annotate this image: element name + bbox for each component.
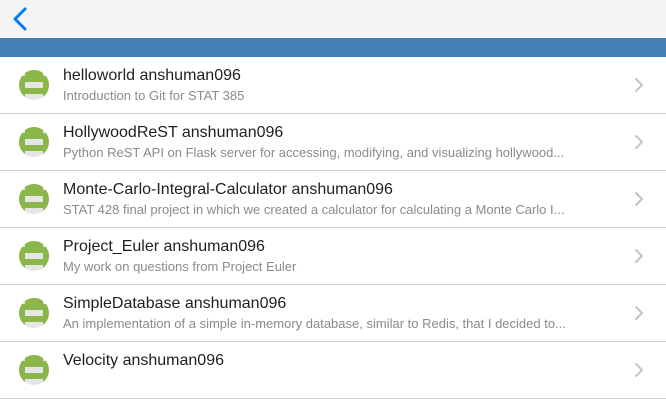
identicon-avatar: [19, 298, 49, 328]
identicon-avatar: [19, 184, 49, 214]
navigation-bar: [0, 0, 666, 38]
chevron-right-icon: [635, 192, 643, 206]
list-item[interactable]: helloworld anshuman096 Introduction to G…: [0, 57, 666, 114]
repo-description: My work on questions from Project Euler: [63, 259, 297, 274]
list-item[interactable]: Monte-Carlo-Integral-Calculator anshuman…: [0, 171, 666, 228]
repo-title: Project_Euler anshuman096: [63, 238, 265, 255]
identicon-avatar: [19, 70, 49, 100]
repo-title: HollywoodReST anshuman096: [63, 124, 284, 141]
chevron-right-icon: [635, 135, 643, 149]
list-item[interactable]: HollywoodReST anshuman096 Python ReST AP…: [0, 114, 666, 171]
back-button[interactable]: [6, 4, 34, 34]
repo-title: SimpleDatabase anshuman096: [63, 295, 287, 312]
list-item[interactable]: SimpleDatabase anshuman096 An implementa…: [0, 285, 666, 342]
repo-description: An implementation of a simple in-memory …: [63, 316, 566, 331]
identicon-avatar: [19, 127, 49, 157]
repo-title: Velocity anshuman096: [63, 352, 224, 369]
list-item[interactable]: Velocity anshuman096: [0, 342, 666, 399]
identicon-avatar: [19, 355, 49, 385]
chevron-right-icon: [635, 78, 643, 92]
header-bar: [0, 38, 666, 57]
repository-list: helloworld anshuman096 Introduction to G…: [0, 57, 666, 399]
chevron-right-icon: [635, 363, 643, 377]
repo-description: Python ReST API on Flask server for acce…: [63, 145, 565, 160]
list-item[interactable]: Project_Euler anshuman096 My work on que…: [0, 228, 666, 285]
identicon-avatar: [19, 241, 49, 271]
chevron-right-icon: [635, 306, 643, 320]
chevron-left-icon: [13, 7, 27, 31]
repo-description: Introduction to Git for STAT 385: [63, 88, 245, 103]
repo-title: helloworld anshuman096: [63, 67, 241, 84]
repo-description: STAT 428 final project in which we creat…: [63, 202, 565, 217]
chevron-right-icon: [635, 249, 643, 263]
repo-title: Monte-Carlo-Integral-Calculator anshuman…: [63, 181, 393, 198]
